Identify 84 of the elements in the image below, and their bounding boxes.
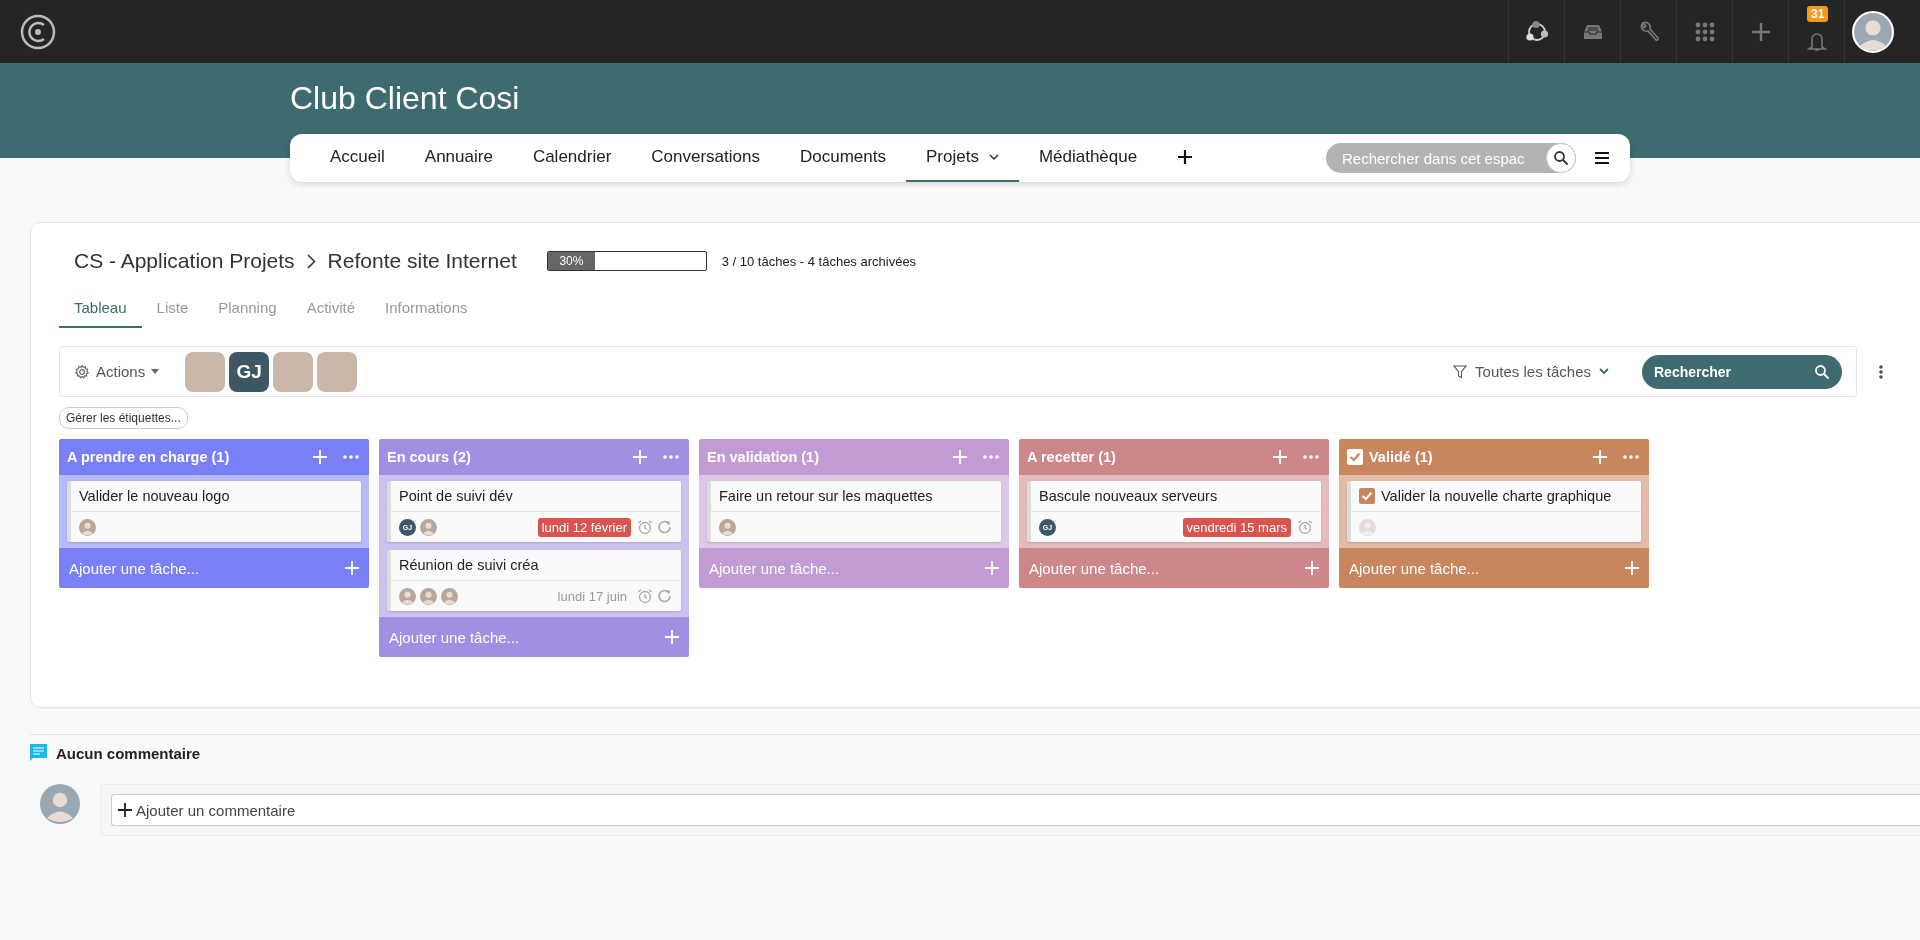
avatar-icon: [420, 587, 437, 605]
plus-icon: [1305, 561, 1319, 575]
space-title: Club Client Cosi: [290, 79, 520, 117]
progress-fill: 30%: [547, 252, 596, 270]
chevron-right-icon: [306, 253, 316, 269]
logo-icon[interactable]: [20, 13, 56, 50]
user-avatar-icon: [40, 784, 80, 824]
task-title: Faire un retour sur les maquettes: [719, 488, 933, 504]
nav-tab[interactable]: Médiathèque: [1018, 134, 1158, 182]
more-vertical-icon[interactable]: [1879, 364, 1883, 379]
more-horizontal-icon[interactable]: [983, 455, 999, 459]
breadcrumb-link[interactable]: Refonte site Internet: [327, 249, 517, 273]
column-title: Validé (1): [1369, 449, 1434, 465]
plus-icon: [1625, 561, 1639, 575]
avatar-icon: [1359, 518, 1376, 536]
network-icon[interactable]: [1524, 19, 1549, 44]
column-title: En validation (1): [707, 449, 820, 465]
search-icon: [1553, 150, 1569, 166]
nav-tab[interactable]: Projets: [905, 134, 1019, 182]
view-tab[interactable]: Tableau: [59, 293, 142, 328]
refresh-icon[interactable]: [657, 588, 673, 604]
comment-icon: [30, 744, 47, 762]
due-date: lundi 12 février: [537, 517, 631, 537]
task-title: Bascule nouveaux serveurs: [1039, 488, 1218, 504]
avatar-icon: [399, 587, 416, 605]
avatar-icon: [441, 587, 458, 605]
column-title: A prendre en charge (1): [67, 449, 231, 465]
notification-badge: 31: [1807, 6, 1829, 22]
alarm-clock-icon[interactable]: [637, 588, 653, 604]
avatar-icon: [79, 518, 96, 536]
nav-tab[interactable]: Annuaire: [404, 134, 513, 182]
chevron-down-icon[interactable]: [988, 153, 999, 161]
plus-icon: [665, 630, 679, 644]
more-horizontal-icon[interactable]: [1623, 455, 1639, 459]
task-card[interactable]: Faire un retour sur les maquettes: [707, 481, 1001, 542]
checkbox-checked-icon[interactable]: [1359, 488, 1375, 504]
alarm-clock-icon[interactable]: [637, 519, 653, 535]
member-photo-placeholder[interactable]: [317, 351, 358, 392]
search-field[interactable]: Rechercher dans cet espac: [1326, 143, 1576, 173]
task-title: Valider la nouvelle charte graphique: [1381, 488, 1612, 504]
refresh-icon[interactable]: [657, 519, 673, 535]
column-title: A recetter (1): [1027, 449, 1117, 465]
plus-icon: [985, 561, 999, 575]
more-horizontal-icon[interactable]: [343, 455, 359, 459]
actions-button[interactable]: Actions: [74, 363, 160, 380]
checkbox-checked-icon: [1347, 449, 1363, 465]
breadcrumb-link[interactable]: CS - Application Projets: [74, 249, 295, 273]
filter-dropdown[interactable]: Toutes les tâches: [1453, 363, 1609, 380]
task-card[interactable]: Valider le nouveau logo: [67, 481, 361, 542]
alarm-clock-icon[interactable]: [1297, 519, 1313, 535]
member-photo-placeholder[interactable]: [273, 351, 314, 392]
search-button[interactable]: [1546, 143, 1576, 173]
more-horizontal-icon[interactable]: [663, 455, 679, 459]
column-title: En cours (2): [387, 449, 472, 465]
due-date: lundi 17 juin: [556, 587, 628, 606]
caret-down-icon: [151, 369, 160, 374]
comments-heading: Aucun commentaire: [56, 744, 201, 762]
gear-icon: [74, 363, 90, 380]
user-avatar-icon[interactable]: [1851, 10, 1894, 53]
nav-tab[interactable]: Accueil: [310, 134, 405, 182]
task-summary: 3 / 10 tâches - 4 tâches archivées: [721, 253, 917, 269]
task-title: Point de suivi dév: [399, 488, 513, 504]
nav-tab[interactable]: Calendrier: [512, 134, 632, 182]
task-card[interactable]: Réunion de suivi créa lundi 17 juin: [387, 550, 681, 611]
manage-tags-button[interactable]: Gérer les étiquettes...: [59, 407, 188, 429]
member-initials[interactable]: GJ: [229, 351, 270, 392]
more-horizontal-icon[interactable]: [1303, 455, 1319, 459]
avatar-icon: [420, 518, 437, 536]
member-photo-placeholder[interactable]: [185, 351, 226, 392]
nav-tab[interactable]: Conversations: [631, 134, 780, 182]
plus-icon: [345, 561, 359, 575]
plus-icon[interactable]: [1177, 149, 1194, 165]
add-comment-field[interactable]: Ajouter un commentaire: [111, 794, 1920, 826]
nav-tab[interactable]: Documents: [780, 134, 906, 182]
chevron-down-icon: [1599, 368, 1609, 375]
avatar-icon: [719, 518, 736, 536]
filter-icon: [1453, 364, 1468, 379]
menu-icon[interactable]: [1594, 151, 1610, 165]
due-date: vendredi 15 mars: [1182, 517, 1291, 537]
task-title: Réunion de suivi créa: [399, 557, 539, 573]
plus-icon: [118, 803, 132, 817]
search-field[interactable]: Rechercher: [1642, 354, 1842, 389]
task-card[interactable]: Valider la nouvelle charte graphique: [1347, 481, 1641, 542]
task-title: Valider le nouveau logo: [79, 488, 230, 504]
